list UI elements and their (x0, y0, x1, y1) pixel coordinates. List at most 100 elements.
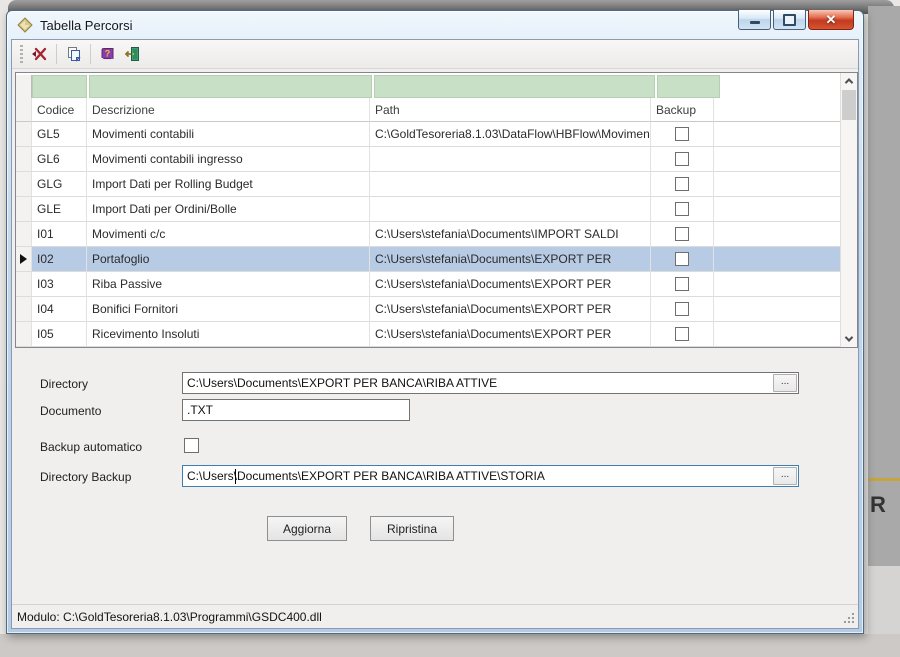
table-row-gl5[interactable]: GL5 Movimenti contabili C:\GoldTesoreria… (16, 122, 840, 147)
table-row-i03[interactable]: I03 Riba Passive C:\Users\stefania\Docum… (16, 272, 840, 297)
row-selector[interactable] (16, 172, 32, 197)
header-selector-cell (16, 98, 32, 122)
help-button[interactable]: ? (95, 43, 120, 66)
filter-path[interactable] (374, 75, 655, 98)
window-controls: ✕ (738, 10, 854, 30)
tabella-percorsi-window: Tabella Percorsi ✕ (6, 10, 864, 634)
cell-descrizione: Movimenti contabili ingresso (87, 147, 370, 172)
resize-grip[interactable] (843, 612, 855, 624)
header-filler (714, 98, 840, 122)
scroll-up-button[interactable] (841, 73, 857, 89)
column-header-path[interactable]: Path (370, 98, 651, 122)
cell-codice: I03 (32, 272, 87, 297)
table-row-gle[interactable]: GLE Import Dati per Ordini/Bolle (16, 197, 840, 222)
cell-codice: GL6 (32, 147, 87, 172)
backup-checkbox[interactable] (675, 152, 689, 166)
copy-button[interactable] (61, 43, 86, 66)
table-row-i01[interactable]: I01 Movimenti c/c C:\Users\stefania\Docu… (16, 222, 840, 247)
cell-codice: GLG (32, 172, 87, 197)
scrollbar-thumb[interactable] (842, 90, 856, 120)
text-caret (235, 469, 236, 484)
backup-automatico-checkbox[interactable] (184, 438, 199, 453)
cell-codice: I01 (32, 222, 87, 247)
row-filler (714, 297, 840, 322)
row-filler (714, 322, 840, 347)
column-header-row: Codice Descrizione Path Backup (16, 98, 840, 122)
table-row-i05[interactable]: I05 Ricevimento Insoluti C:\Users\stefan… (16, 322, 840, 347)
svg-text:?: ? (104, 49, 110, 59)
backup-checkbox[interactable] (675, 252, 689, 266)
directory-backup-browse-button[interactable]: ... (773, 467, 797, 485)
maximize-icon (783, 14, 796, 26)
table-row-gl6[interactable]: GL6 Movimenti contabili ingresso (16, 147, 840, 172)
backup-checkbox[interactable] (675, 177, 689, 191)
table-row-i04[interactable]: I04 Bonifici Fornitori C:\Users\stefania… (16, 297, 840, 322)
cell-descrizione: Movimenti c/c (87, 222, 370, 247)
table-row-glg[interactable]: GLG Import Dati per Rolling Budget (16, 172, 840, 197)
row-selector[interactable] (16, 272, 32, 297)
minimize-button[interactable] (738, 10, 771, 30)
row-selector[interactable] (16, 222, 32, 247)
cell-backup (651, 222, 714, 247)
cell-descrizione: Portafoglio (87, 247, 370, 272)
column-header-backup[interactable]: Backup (651, 98, 714, 122)
status-bar: Modulo: C:\GoldTesoreria8.1.03\Programmi… (12, 604, 858, 628)
backup-checkbox[interactable] (675, 127, 689, 141)
row-filler (714, 197, 840, 222)
filter-descrizione[interactable] (89, 75, 372, 98)
row-selector[interactable] (16, 197, 32, 222)
directory-label: Directory (40, 377, 88, 391)
backup-checkbox[interactable] (675, 202, 689, 216)
documento-label: Documento (40, 404, 101, 418)
toolbar-grip[interactable] (20, 45, 23, 63)
directory-field[interactable]: C:\Users\Documents\EXPORT PER BANCA\RIBA… (182, 372, 799, 394)
window-title: Tabella Percorsi (40, 18, 133, 33)
row-selector[interactable] (16, 122, 32, 147)
cell-backup (651, 272, 714, 297)
chevron-down-icon (845, 333, 853, 341)
row-selector[interactable] (16, 297, 32, 322)
cell-path (370, 172, 651, 197)
exit-button[interactable] (120, 43, 145, 66)
table-vertical-scrollbar[interactable] (840, 73, 857, 347)
backup-checkbox[interactable] (675, 227, 689, 241)
cell-path: C:\Users\stefania\Documents\EXPORT PER (370, 247, 651, 272)
maximize-button[interactable] (773, 10, 806, 30)
app-diamond-icon (17, 17, 33, 33)
filter-codice[interactable] (32, 75, 87, 98)
row-filler (714, 172, 840, 197)
scroll-down-button[interactable] (841, 331, 857, 347)
resize-grip-dots (843, 612, 845, 614)
minimize-icon (750, 21, 760, 24)
table-row-i02-selected[interactable]: I02 Portafoglio C:\Users\stefania\Docume… (16, 247, 840, 272)
filter-backup[interactable] (657, 75, 720, 98)
cell-backup (651, 247, 714, 272)
copy-icon (66, 46, 82, 62)
cell-codice: GLE (32, 197, 87, 222)
title-bar[interactable]: Tabella Percorsi (7, 11, 863, 39)
directory-backup-field[interactable]: C:\Users\Documents\EXPORT PER BANCA\RIBA… (182, 465, 799, 487)
directory-browse-button[interactable]: ... (773, 374, 797, 392)
column-header-codice[interactable]: Codice (32, 98, 87, 122)
cell-descrizione: Riba Passive (87, 272, 370, 297)
delete-record-button[interactable] (27, 43, 52, 66)
aggiorna-button[interactable]: Aggiorna (267, 516, 347, 541)
backup-checkbox[interactable] (675, 327, 689, 341)
cell-path (370, 147, 651, 172)
cell-codice: I02 (32, 247, 87, 272)
toolbar-separator (90, 44, 91, 64)
documento-field[interactable]: .TXT (182, 399, 410, 421)
close-button[interactable]: ✕ (808, 10, 854, 30)
paths-table-body: Codice Descrizione Path Backup GL5 Movim… (16, 73, 840, 347)
column-header-descrizione[interactable]: Descrizione (87, 98, 370, 122)
ripristina-button[interactable]: Ripristina (370, 516, 454, 541)
row-selector[interactable] (16, 322, 32, 347)
paths-table: Codice Descrizione Path Backup GL5 Movim… (15, 72, 858, 348)
backup-checkbox[interactable] (675, 302, 689, 316)
backup-checkbox[interactable] (675, 277, 689, 291)
status-module-text: Modulo: C:\GoldTesoreria8.1.03\Programmi… (17, 610, 322, 624)
row-selector[interactable] (16, 147, 32, 172)
row-selector-current[interactable] (16, 247, 32, 272)
background-right-lower (868, 566, 900, 636)
cell-codice: I04 (32, 297, 87, 322)
